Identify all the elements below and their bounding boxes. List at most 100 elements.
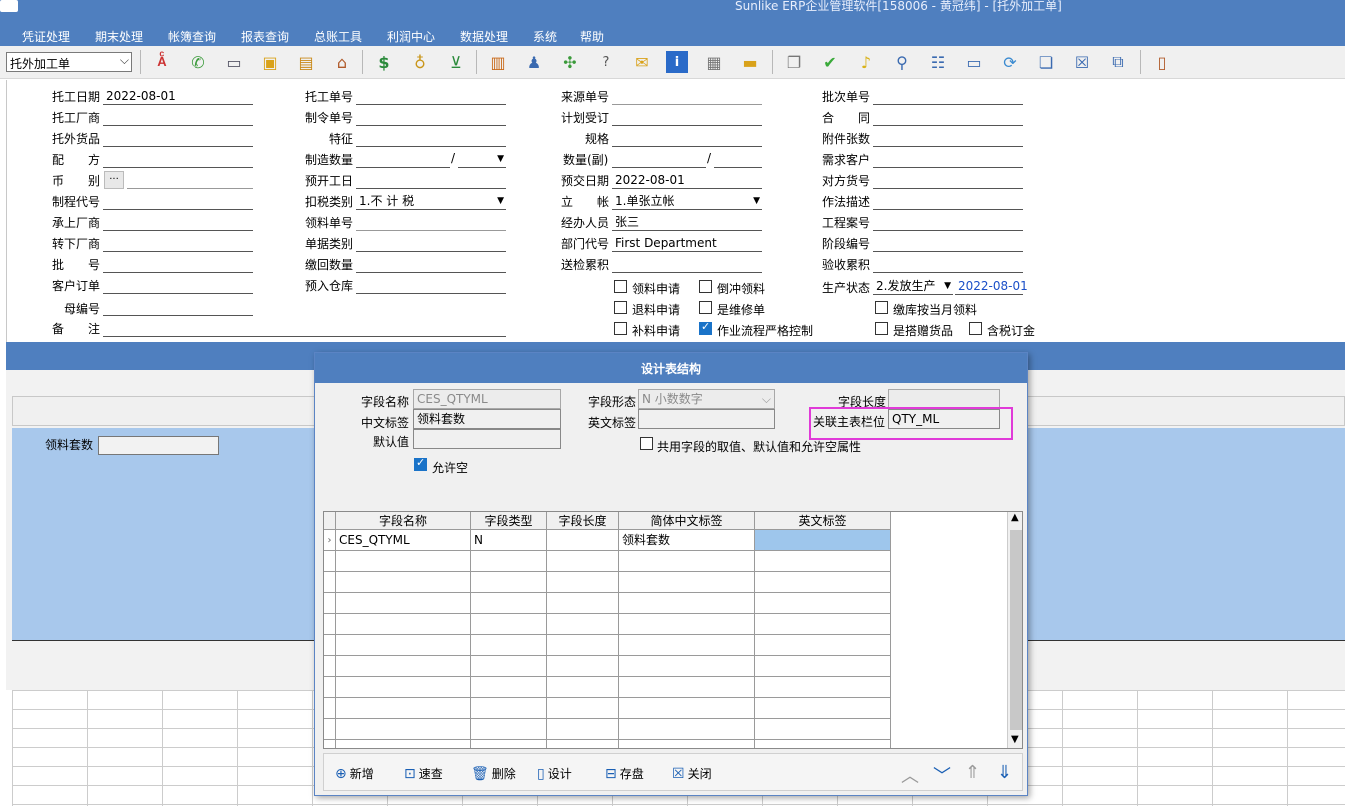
move-down-icon[interactable]: ﹀ xyxy=(933,762,951,788)
add-button[interactable]: ⊕ 新增 xyxy=(335,765,374,782)
col-header-field-length[interactable]: 字段长度 xyxy=(547,512,619,530)
cell-en-label[interactable] xyxy=(755,530,891,551)
users-icon[interactable]: ♟ xyxy=(522,50,546,74)
col-header-field-name[interactable]: 字段名称 xyxy=(336,512,471,530)
field-name-input[interactable]: CES_QTYML xyxy=(413,389,561,409)
demand-customer-field[interactable] xyxy=(873,151,1023,168)
spell-icon[interactable]: Aͨ xyxy=(150,50,174,74)
plan-order-field[interactable] xyxy=(612,109,762,126)
calculator-icon[interactable]: ▦ xyxy=(702,50,726,74)
close-icon[interactable]: ☒ xyxy=(1070,50,1094,74)
clipboard-icon[interactable]: ▥ xyxy=(486,50,510,74)
satellite-icon[interactable]: ✣ xyxy=(558,50,582,74)
menu-item-voucher[interactable]: 凭证处理 xyxy=(22,28,70,45)
menu-item-gl-tools[interactable]: 总账工具 xyxy=(314,28,362,45)
menu-item-help[interactable]: 帮助 xyxy=(580,28,604,45)
org-icon[interactable]: ☷ xyxy=(926,50,950,74)
cart-icon[interactable]: ⊻ xyxy=(444,50,468,74)
mail-icon[interactable]: ✉ xyxy=(630,50,654,74)
status-date-field[interactable]: 2022-08-01 xyxy=(955,278,1028,295)
issue-sets-field[interactable] xyxy=(98,436,219,455)
checkbox-repair-order[interactable] xyxy=(699,301,712,314)
save-button[interactable]: ⊟ 存盘 xyxy=(605,765,644,782)
home-icon[interactable]: ⌂ xyxy=(330,50,354,74)
vendor-field[interactable] xyxy=(103,109,253,126)
check-icon[interactable]: ✔ xyxy=(818,50,842,74)
account-select[interactable]: 1.单张立帐 ▼ xyxy=(612,193,762,210)
sub-qty-field[interactable] xyxy=(612,151,706,168)
phone-icon[interactable]: ✆ xyxy=(186,50,210,74)
process-code-field[interactable] xyxy=(103,193,253,210)
source-no-field[interactable] xyxy=(612,88,762,105)
attachments-field[interactable] xyxy=(873,130,1023,147)
restore-icon[interactable]: ⧉ xyxy=(1106,50,1130,74)
doc-category-field[interactable] xyxy=(356,235,506,252)
checkbox-issue-request[interactable] xyxy=(614,280,627,293)
department-field[interactable]: First Department xyxy=(612,235,762,252)
copy-icon[interactable]: ❐ xyxy=(782,50,806,74)
menu-item-data[interactable]: 数据处理 xyxy=(460,28,508,45)
returned-qty-field[interactable] xyxy=(356,256,506,273)
computer-icon[interactable]: ▭ xyxy=(222,50,246,74)
mfg-qty-field[interactable] xyxy=(356,151,450,168)
folder-icon[interactable]: ▬ xyxy=(738,50,762,74)
checkbox-backflush[interactable] xyxy=(699,280,712,293)
tax-type-select[interactable]: 1.不 计 税 ▼ xyxy=(356,193,506,210)
move-bottom-icon[interactable]: ⇓ xyxy=(997,762,1012,783)
scroll-down-icon[interactable]: ▼ xyxy=(1011,734,1019,745)
due-date-field[interactable]: 2022-08-01 xyxy=(612,172,762,189)
partner-item-field[interactable] xyxy=(873,172,1023,189)
col-header-cn-label[interactable]: 简体中文标签 xyxy=(619,512,755,530)
goods-field[interactable] xyxy=(103,130,253,147)
checkbox-shared-field[interactable] xyxy=(640,437,653,450)
handler-field[interactable]: 张三 xyxy=(612,214,762,231)
dollar-icon[interactable]: $ xyxy=(372,50,396,74)
checkbox-tax-deposit[interactable] xyxy=(969,322,982,335)
scroll-up-icon[interactable]: ▲ xyxy=(1011,512,1019,523)
en-label-input[interactable] xyxy=(638,409,775,429)
cn-label-input[interactable]: 领料套数 xyxy=(413,409,561,429)
menu-item-ledger[interactable]: 帐簿查询 xyxy=(168,28,216,45)
prev-vendor-field[interactable] xyxy=(103,214,253,231)
remark-field[interactable] xyxy=(103,320,506,337)
quick-search-button[interactable]: ⊡ 速查 xyxy=(404,765,443,782)
plan-start-field[interactable] xyxy=(356,172,506,189)
design-button[interactable]: ▯ 设计 xyxy=(537,765,572,782)
formula-field[interactable] xyxy=(103,151,253,168)
issue-no-field[interactable] xyxy=(356,214,506,231)
exit-icon[interactable]: ▯ xyxy=(1150,50,1174,74)
checkbox-supplement-request[interactable] xyxy=(614,322,627,335)
contract-field[interactable] xyxy=(873,109,1023,126)
spec-field[interactable] xyxy=(612,130,762,147)
col-header-en-label[interactable]: 英文标签 xyxy=(755,512,891,530)
mfg-unit-select[interactable]: ▼ xyxy=(458,151,506,168)
next-vendor-field[interactable] xyxy=(103,235,253,252)
checkbox-allow-null[interactable] xyxy=(414,456,427,471)
vertical-scrollbar[interactable]: ▲ ▼ xyxy=(1007,512,1022,748)
consign-date-field[interactable]: 2022-08-01 xyxy=(103,88,253,105)
info-icon[interactable]: i xyxy=(666,51,688,73)
cell-field-length[interactable] xyxy=(547,530,619,551)
col-header-field-type[interactable]: 字段类型 xyxy=(471,512,547,530)
consign-no-field[interactable] xyxy=(356,88,506,105)
menu-item-profit-center[interactable]: 利润中心 xyxy=(387,28,435,45)
default-value-input[interactable] xyxy=(413,429,561,449)
menu-item-system[interactable]: 系统 xyxy=(533,28,557,45)
sub-qty-unit-field[interactable] xyxy=(714,151,762,168)
moneybag-icon[interactable]: ♁ xyxy=(408,50,432,74)
lock-icon[interactable]: ▣ xyxy=(258,50,282,74)
accept-total-field[interactable] xyxy=(873,256,1023,273)
monitor-icon[interactable]: ▭ xyxy=(962,50,986,74)
menu-item-report[interactable]: 报表查询 xyxy=(241,28,289,45)
cell-field-name[interactable]: CES_QTYML xyxy=(336,530,471,551)
window-icon[interactable]: ❏ xyxy=(1034,50,1058,74)
batch-field[interactable] xyxy=(103,256,253,273)
help-icon[interactable]: ? xyxy=(594,50,618,74)
method-field[interactable] xyxy=(873,193,1023,210)
stage-no-field[interactable] xyxy=(873,235,1023,252)
link-master-column-input[interactable]: QTY_ML xyxy=(888,409,1000,429)
search-icon[interactable]: ⚲ xyxy=(890,50,914,74)
currency-field[interactable] xyxy=(127,172,253,189)
checkbox-strict-workflow[interactable] xyxy=(699,320,712,335)
checkbox-gift-item[interactable] xyxy=(875,322,888,335)
